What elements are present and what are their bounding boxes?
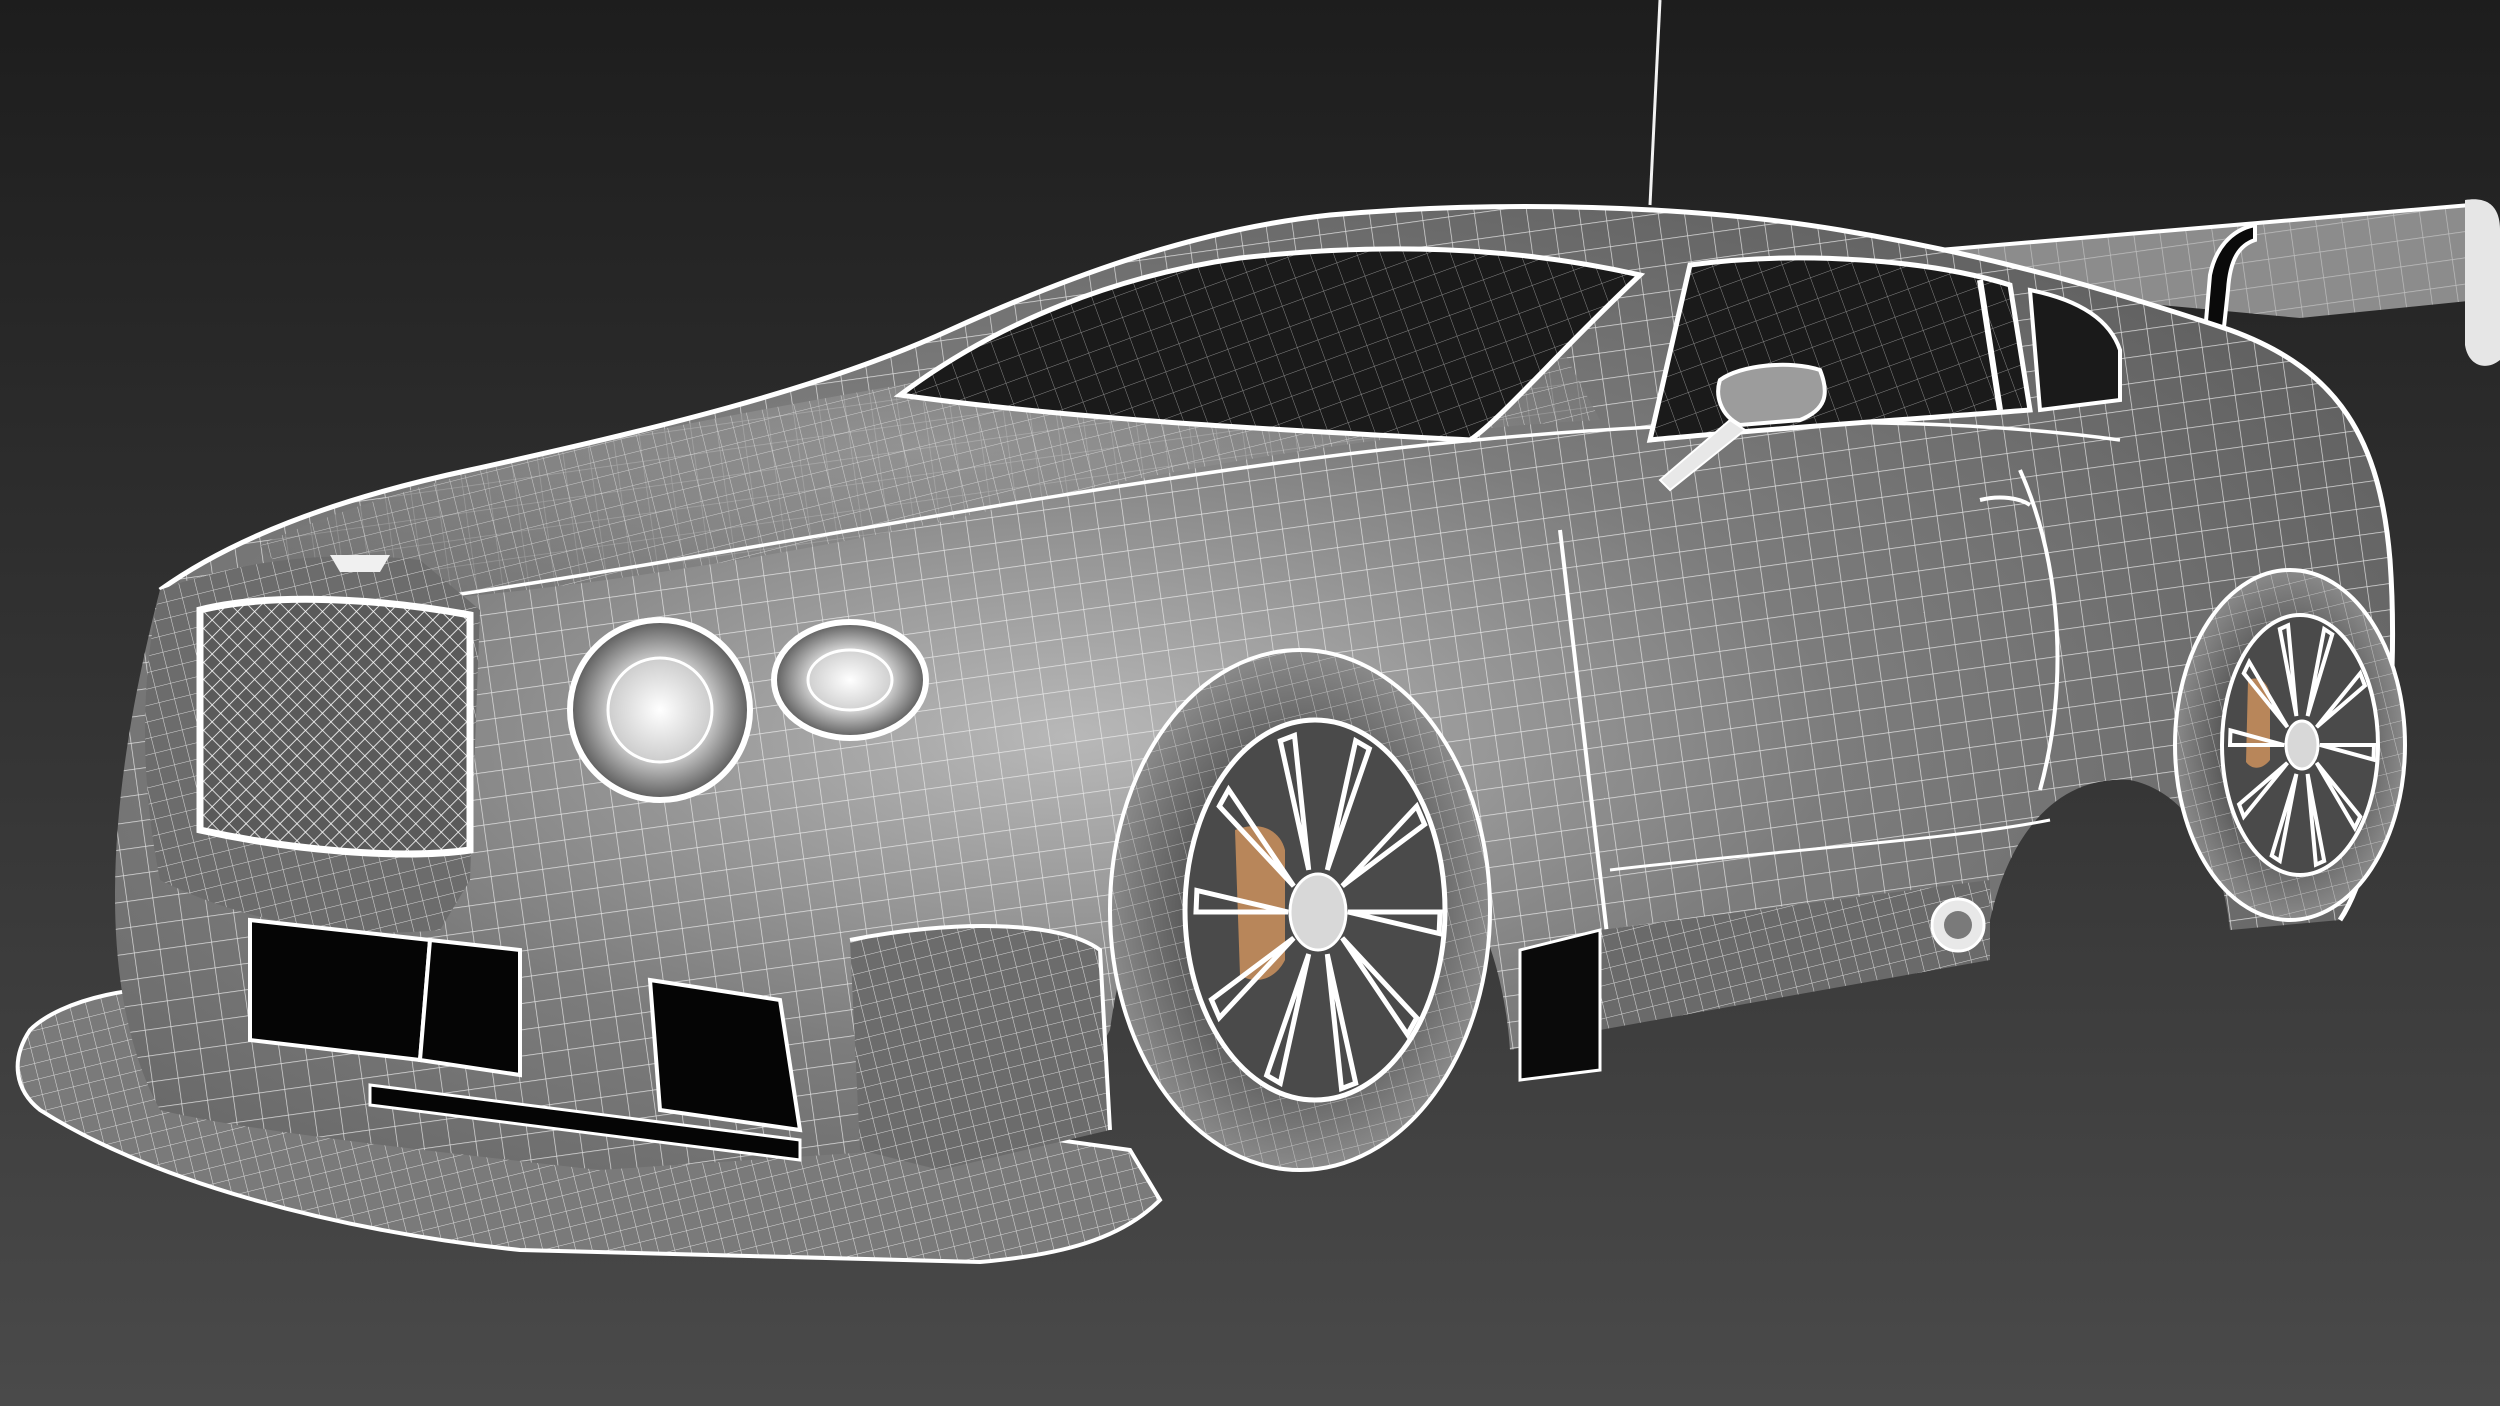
3d-viewport[interactable]: [0, 0, 2500, 1406]
hood-badge-icon: [330, 555, 390, 572]
lower-intake-right: [647, 977, 803, 1133]
lower-intake-left: [248, 917, 433, 1063]
headlight-right: [771, 619, 929, 741]
car-wireframe-render: [0, 0, 2500, 1406]
front-wheel: [1108, 648, 1492, 1172]
headlight-left: [567, 617, 753, 803]
rear-wheel: [2173, 568, 2407, 922]
lower-intake-center: [417, 937, 522, 1078]
